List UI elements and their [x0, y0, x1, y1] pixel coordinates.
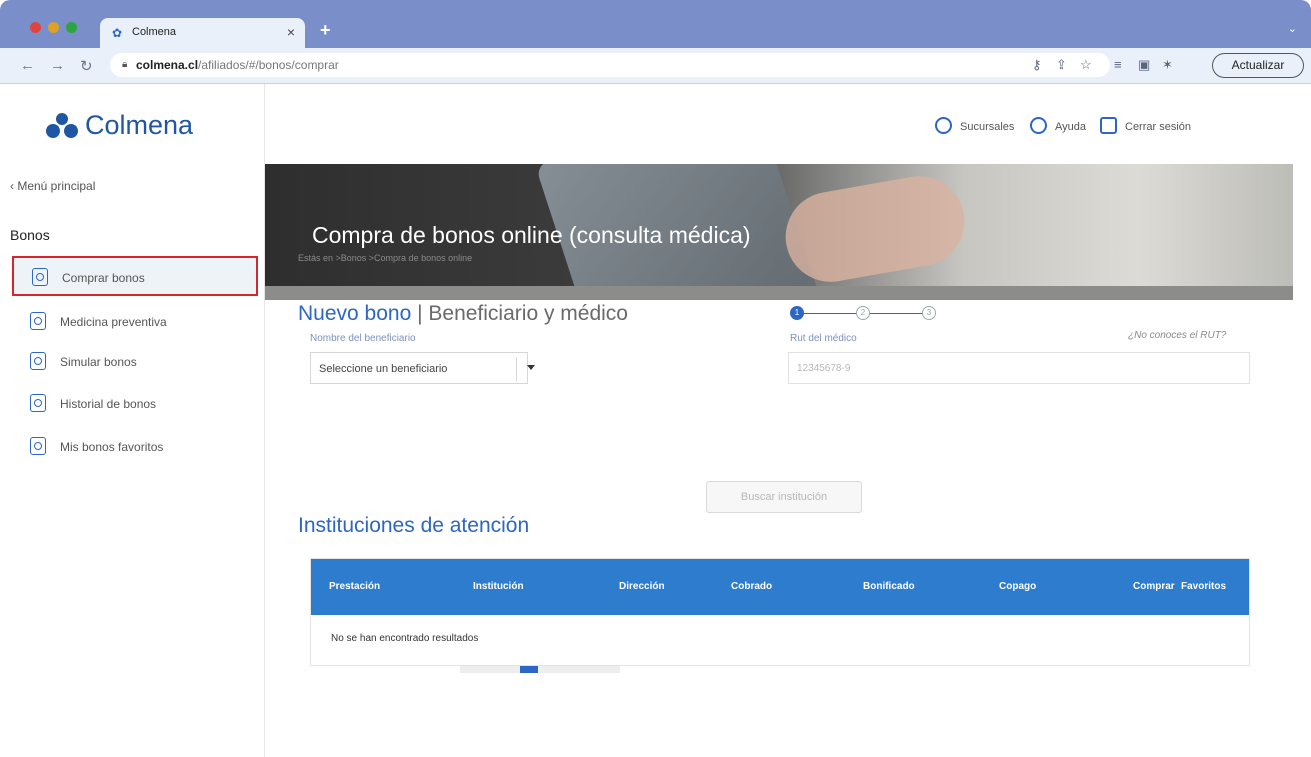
form-title-main: Nuevo bono — [298, 302, 412, 325]
location-pin-icon — [935, 117, 952, 134]
browser-toolbar: ← → ↻ 🔒︎ colmena.cl/afiliados/#/bonos/co… — [0, 48, 1311, 84]
logout-link[interactable]: Cerrar sesión — [1125, 121, 1191, 133]
doctor-rut-input[interactable]: 12345678-9 — [788, 352, 1250, 384]
breadcrumb: Estás en >Bonos >Compra de bonos online — [298, 253, 473, 263]
sidebar-item-label: Comprar bonos — [62, 271, 145, 285]
url-path: /afiliados/#/bonos/comprar — [198, 58, 339, 72]
address-bar[interactable]: 🔒︎ colmena.cl/afiliados/#/bonos/comprar — [110, 53, 1110, 77]
column-header[interactable]: Copago — [999, 581, 1036, 592]
hero-banner: Compra de bonos online (consulta médica) — [265, 164, 1293, 300]
minimize-window-button[interactable] — [48, 22, 59, 33]
hero-title: Compra de bonos online (consulta médica) — [312, 222, 751, 248]
select-divider — [516, 357, 517, 381]
table-header: Prestación Institución Dirección Cobrado… — [311, 559, 1249, 615]
search-institution-button[interactable]: Buscar institución — [706, 481, 862, 513]
step-connector — [804, 313, 856, 314]
update-button[interactable]: Actualizar — [1212, 53, 1304, 78]
progress-stepper: 1 2 3 — [790, 306, 940, 320]
horizontal-scrollbar[interactable] — [460, 666, 620, 673]
lock-icon: 🔒︎ — [122, 59, 128, 70]
reading-list-icon[interactable]: ≡ — [1114, 57, 1122, 72]
branches-link[interactable]: Sucursales — [960, 121, 1014, 133]
form-title-separator: | — [411, 302, 429, 325]
history-icon — [30, 394, 46, 412]
chevron-down-icon — [527, 365, 535, 370]
simulate-icon — [30, 352, 46, 370]
sidebar-item-simular-bonos[interactable]: Simular bonos — [12, 342, 258, 382]
sidebar-item-label: Mis bonos favoritos — [60, 440, 164, 454]
logout-icon — [1100, 117, 1117, 134]
colmena-logo-icon — [46, 113, 78, 138]
rut-placeholder: 12345678-9 — [797, 363, 851, 374]
browser-tab-bar: ✿ Colmena × + ⌄ — [0, 0, 1311, 48]
sidebar-section-title: Bonos — [10, 227, 50, 243]
forward-arrow-icon[interactable]: → — [50, 57, 65, 74]
step-3: 3 — [922, 306, 936, 320]
top-header: Sucursales Ayuda Cerrar sesión — [265, 84, 1311, 164]
sidebar-item-medicina-preventiva[interactable]: Medicina preventiva — [12, 302, 258, 342]
browser-tab[interactable]: ✿ Colmena × — [100, 18, 305, 48]
column-header[interactable]: Bonificado — [863, 581, 915, 592]
sidebar-item-label: Medicina preventiva — [60, 315, 167, 329]
form-title: Nuevo bono | Beneficiario y médico — [298, 302, 628, 326]
share-icon[interactable]: ⇪ — [1056, 57, 1067, 73]
back-arrow-icon[interactable]: ← — [20, 57, 35, 74]
tab-title: Colmena — [132, 26, 177, 38]
info-icon — [1030, 117, 1047, 134]
close-window-button[interactable] — [30, 22, 41, 33]
sidebar-icon[interactable]: ▣ — [1138, 57, 1150, 73]
extension-icon[interactable]: ✶ — [1162, 57, 1173, 73]
medical-doc-icon — [30, 312, 46, 330]
hand-image — [778, 169, 972, 289]
institutions-table: Prestación Institución Dirección Cobrado… — [310, 558, 1250, 666]
column-header[interactable]: Institución — [473, 581, 524, 592]
unknown-rut-link[interactable]: ¿No conoces el RUT? — [1128, 330, 1226, 341]
logo-text: Colmena — [85, 110, 194, 140]
new-tab-icon[interactable]: + — [320, 20, 331, 41]
column-header[interactable]: Comprar — [1133, 581, 1175, 592]
beneficiary-label: Nombre del beneficiario — [310, 333, 416, 344]
url-text: colmena.cl/afiliados/#/bonos/comprar — [136, 58, 339, 72]
rut-label: Rut del médico — [790, 333, 857, 344]
favorites-icon — [30, 437, 46, 455]
colmena-favicon-icon: ✿ — [112, 26, 123, 40]
beneficiary-select[interactable]: Seleccione un beneficiario — [310, 352, 535, 384]
institutions-title: Instituciones de atención — [298, 514, 530, 537]
column-header[interactable]: Favoritos — [1181, 581, 1226, 592]
sidebar-item-historial-de-bonos[interactable]: Historial de bonos — [12, 384, 258, 424]
column-header[interactable]: Prestación — [329, 581, 380, 592]
key-icon[interactable]: ⚷ — [1032, 57, 1042, 73]
close-tab-icon[interactable]: × — [287, 24, 295, 40]
step-1: 1 — [790, 306, 804, 320]
url-host: colmena.cl — [136, 58, 199, 72]
column-header[interactable]: Dirección — [619, 581, 665, 592]
step-connector — [870, 313, 922, 314]
sidebar-item-label: Historial de bonos — [60, 397, 157, 411]
tab-list-chevron-icon[interactable]: ⌄ — [1288, 22, 1297, 35]
sidebar-item-label: Simular bonos — [60, 355, 137, 369]
sidebar-item-mis-bonos-favoritos[interactable]: Mis bonos favoritos — [12, 427, 258, 467]
bookmark-star-icon[interactable]: ☆ — [1080, 57, 1092, 73]
help-link[interactable]: Ayuda — [1055, 121, 1086, 133]
maximize-window-button[interactable] — [66, 22, 77, 33]
scrollbar-thumb[interactable] — [520, 666, 538, 673]
hero-bottom-band — [265, 286, 1293, 300]
column-header[interactable]: Cobrado — [731, 581, 772, 592]
beneficiary-select-value: Seleccione un beneficiario — [319, 363, 448, 375]
form-title-sub: Beneficiario y médico — [428, 302, 628, 325]
empty-results-message: No se han encontrado resultados — [331, 633, 479, 644]
step-2: 2 — [856, 306, 870, 320]
main-menu-link[interactable]: ‹ Menú principal — [10, 179, 95, 193]
sidebar-item-comprar-bonos[interactable]: Comprar bonos — [12, 256, 258, 296]
reload-icon[interactable]: ↻ — [80, 57, 93, 75]
sidebar: Colmena ‹ Menú principal Bonos Comprar b… — [0, 84, 265, 757]
doc-search-icon — [32, 268, 48, 286]
